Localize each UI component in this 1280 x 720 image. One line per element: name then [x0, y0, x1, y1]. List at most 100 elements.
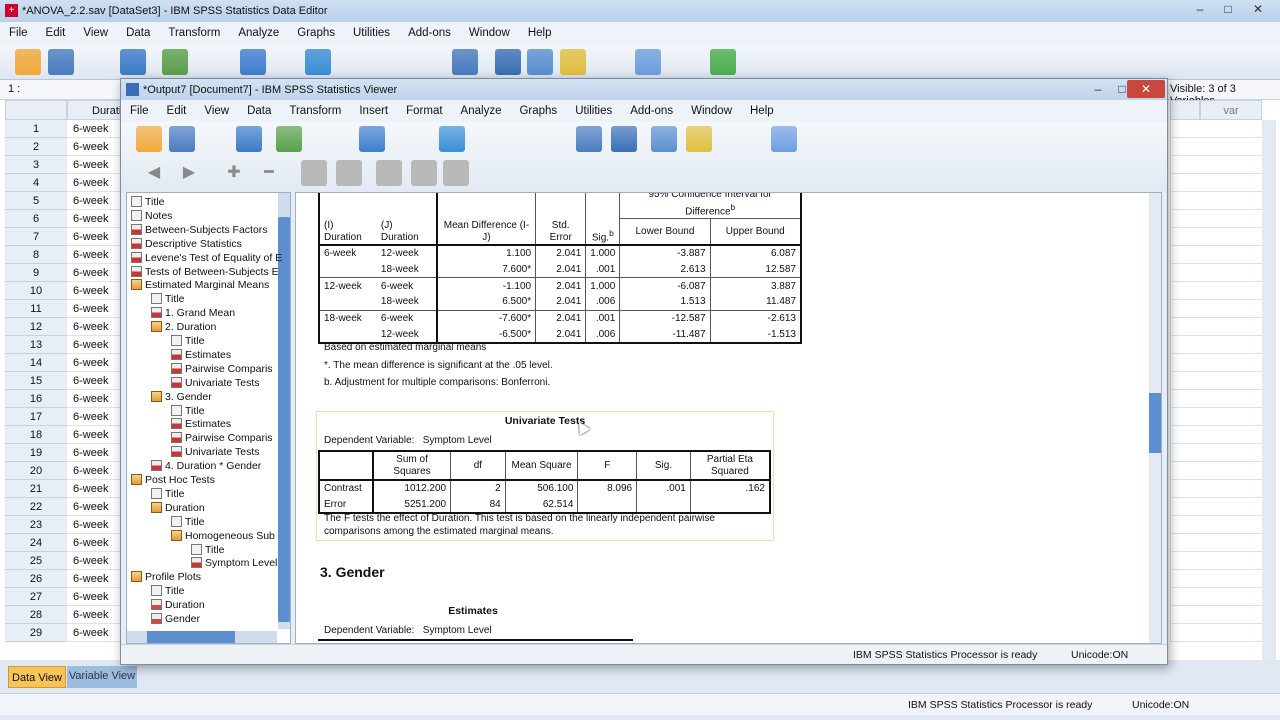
viewer-menu-add-ons[interactable]: Add-ons	[630, 105, 673, 117]
duration-cell[interactable]: 6-week	[67, 552, 122, 570]
duration-cell[interactable]: 6-week	[67, 300, 122, 318]
empty-cell[interactable]	[1170, 120, 1262, 138]
empty-cell[interactable]	[1170, 462, 1262, 480]
empty-cell[interactable]	[1170, 426, 1262, 444]
row-number[interactable]: 6	[5, 210, 67, 228]
menu-view[interactable]: View	[83, 27, 108, 39]
row-number[interactable]: 7	[5, 228, 67, 246]
empty-cell[interactable]	[1170, 372, 1262, 390]
forward-icon[interactable]: ▶	[176, 160, 202, 186]
tree-item[interactable]: Descriptive Statistics	[131, 237, 242, 251]
toolbar-button-icon[interactable]	[378, 49, 404, 75]
row-number[interactable]: 8	[5, 246, 67, 264]
row-number[interactable]: 20	[5, 462, 67, 480]
toolbar-button-icon[interactable]	[305, 49, 331, 75]
viewer-menu-edit[interactable]: Edit	[167, 105, 187, 117]
duration-cell[interactable]: 6-week	[67, 174, 122, 192]
row-number[interactable]: 3	[5, 156, 67, 174]
viewer-toolbar-button-icon[interactable]	[506, 126, 532, 152]
tree-item[interactable]: Title	[191, 543, 224, 557]
pairwise-comparisons-table[interactable]: (I) Duration (J) Duration Mean Difference …	[318, 193, 802, 345]
empty-cell[interactable]	[1170, 516, 1262, 534]
viewer-toolbar-button-icon[interactable]	[316, 126, 342, 152]
tree-item[interactable]: 3. Gender	[151, 390, 212, 404]
toolbar-button-icon[interactable]	[272, 49, 298, 75]
empty-cell[interactable]	[1170, 336, 1262, 354]
menu-help[interactable]: Help	[528, 27, 552, 39]
output-vertical-scrollbar[interactable]	[1149, 193, 1161, 643]
duration-cell[interactable]: 6-week	[67, 390, 122, 408]
empty-cell[interactable]	[1170, 624, 1262, 642]
duration-cell[interactable]: 6-week	[67, 408, 122, 426]
row-number[interactable]: 13	[5, 336, 67, 354]
row-number[interactable]: 9	[5, 264, 67, 282]
tree-item[interactable]: Title	[171, 404, 204, 418]
duration-cell[interactable]: 6-week	[67, 156, 122, 174]
viewer-toolbar-button-icon[interactable]	[806, 126, 832, 152]
show-icon[interactable]	[301, 160, 327, 186]
viewer-menu-analyze[interactable]: Analyze	[461, 105, 502, 117]
duration-cell[interactable]: 6-week	[67, 282, 122, 300]
tree-item[interactable]: Gender	[151, 612, 200, 626]
outline-tree[interactable]: Title Notes Between-Subjects Factors Descri…	[126, 192, 291, 644]
row-number[interactable]: 27	[5, 588, 67, 606]
tree-item[interactable]: Title	[151, 584, 184, 598]
duration-cell[interactable]: 6-week	[67, 228, 122, 246]
row-number[interactable]: 29	[5, 624, 67, 642]
toolbar-button-icon[interactable]	[240, 49, 266, 75]
duration-cell[interactable]: 6-week	[67, 570, 122, 588]
empty-cell[interactable]	[1170, 246, 1262, 264]
row-number[interactable]: 15	[5, 372, 67, 390]
empty-cell[interactable]	[1170, 228, 1262, 246]
row-number[interactable]: 17	[5, 408, 67, 426]
tree-item[interactable]: Title	[171, 515, 204, 529]
empty-cell[interactable]	[1170, 408, 1262, 426]
toolbar-button-icon[interactable]	[600, 49, 626, 75]
row-number[interactable]: 5	[5, 192, 67, 210]
row-number[interactable]: 23	[5, 516, 67, 534]
empty-cell[interactable]	[1170, 264, 1262, 282]
duration-cell[interactable]: 6-week	[67, 336, 122, 354]
viewer-toolbar-button-icon[interactable]	[611, 126, 637, 152]
toolbar-button-icon[interactable]	[495, 49, 521, 75]
tree-item[interactable]: Estimated Marginal Means	[131, 278, 269, 292]
univariate-tests-table[interactable]: Sum of Squares df Mean Square F Sig. Partial …	[318, 450, 771, 514]
duration-cell[interactable]: 6-week	[67, 444, 122, 462]
duration-cell[interactable]: 6-week	[67, 246, 122, 264]
duration-cell[interactable]: 6-week	[67, 462, 122, 480]
duration-cell[interactable]: 6-week	[67, 516, 122, 534]
tree-item[interactable]: Levene's Test of Equality of E	[131, 251, 282, 265]
empty-cell[interactable]	[1170, 174, 1262, 192]
tree-item[interactable]: Symptom Level	[191, 556, 277, 570]
menu-file[interactable]: File	[9, 27, 28, 39]
row-number[interactable]: 25	[5, 552, 67, 570]
empty-cell[interactable]	[1170, 480, 1262, 498]
column-header-duration[interactable]: Duration	[67, 100, 134, 120]
toolbar-button-icon[interactable]	[48, 49, 74, 75]
empty-cell[interactable]	[1170, 606, 1262, 624]
tree-item[interactable]: Profile Plots	[131, 570, 201, 584]
viewer-toolbar-button-icon[interactable]	[359, 126, 385, 152]
duration-cell[interactable]: 6-week	[67, 354, 122, 372]
tree-item[interactable]: Univariate Tests	[171, 376, 260, 390]
tree-item[interactable]: Estimates	[171, 348, 231, 362]
tab-data-view[interactable]: Data View	[8, 666, 66, 688]
toolbar-button-icon[interactable]	[710, 49, 736, 75]
menu-transform[interactable]: Transform	[168, 27, 220, 39]
row-number[interactable]: 10	[5, 282, 67, 300]
duration-cell[interactable]: 6-week	[67, 120, 122, 138]
duration-cell[interactable]: 6-week	[67, 498, 122, 516]
empty-cell[interactable]	[1170, 156, 1262, 174]
menu-analyze[interactable]: Analyze	[238, 27, 279, 39]
insert-text-icon[interactable]	[443, 160, 469, 186]
tree-item[interactable]: Duration	[151, 501, 205, 515]
hide-icon[interactable]	[336, 160, 362, 186]
menu-utilities[interactable]: Utilities	[353, 27, 390, 39]
tree-item[interactable]: Post Hoc Tests	[131, 473, 215, 487]
tree-item[interactable]: Pairwise Comparis	[171, 362, 273, 376]
empty-cell[interactable]	[1170, 534, 1262, 552]
viewer-toolbar-button-icon[interactable]	[393, 126, 419, 152]
viewer-toolbar-button-icon[interactable]	[771, 126, 797, 152]
vertical-scrollbar[interactable]	[1262, 120, 1276, 660]
expand-icon[interactable]: ✚	[221, 160, 247, 186]
